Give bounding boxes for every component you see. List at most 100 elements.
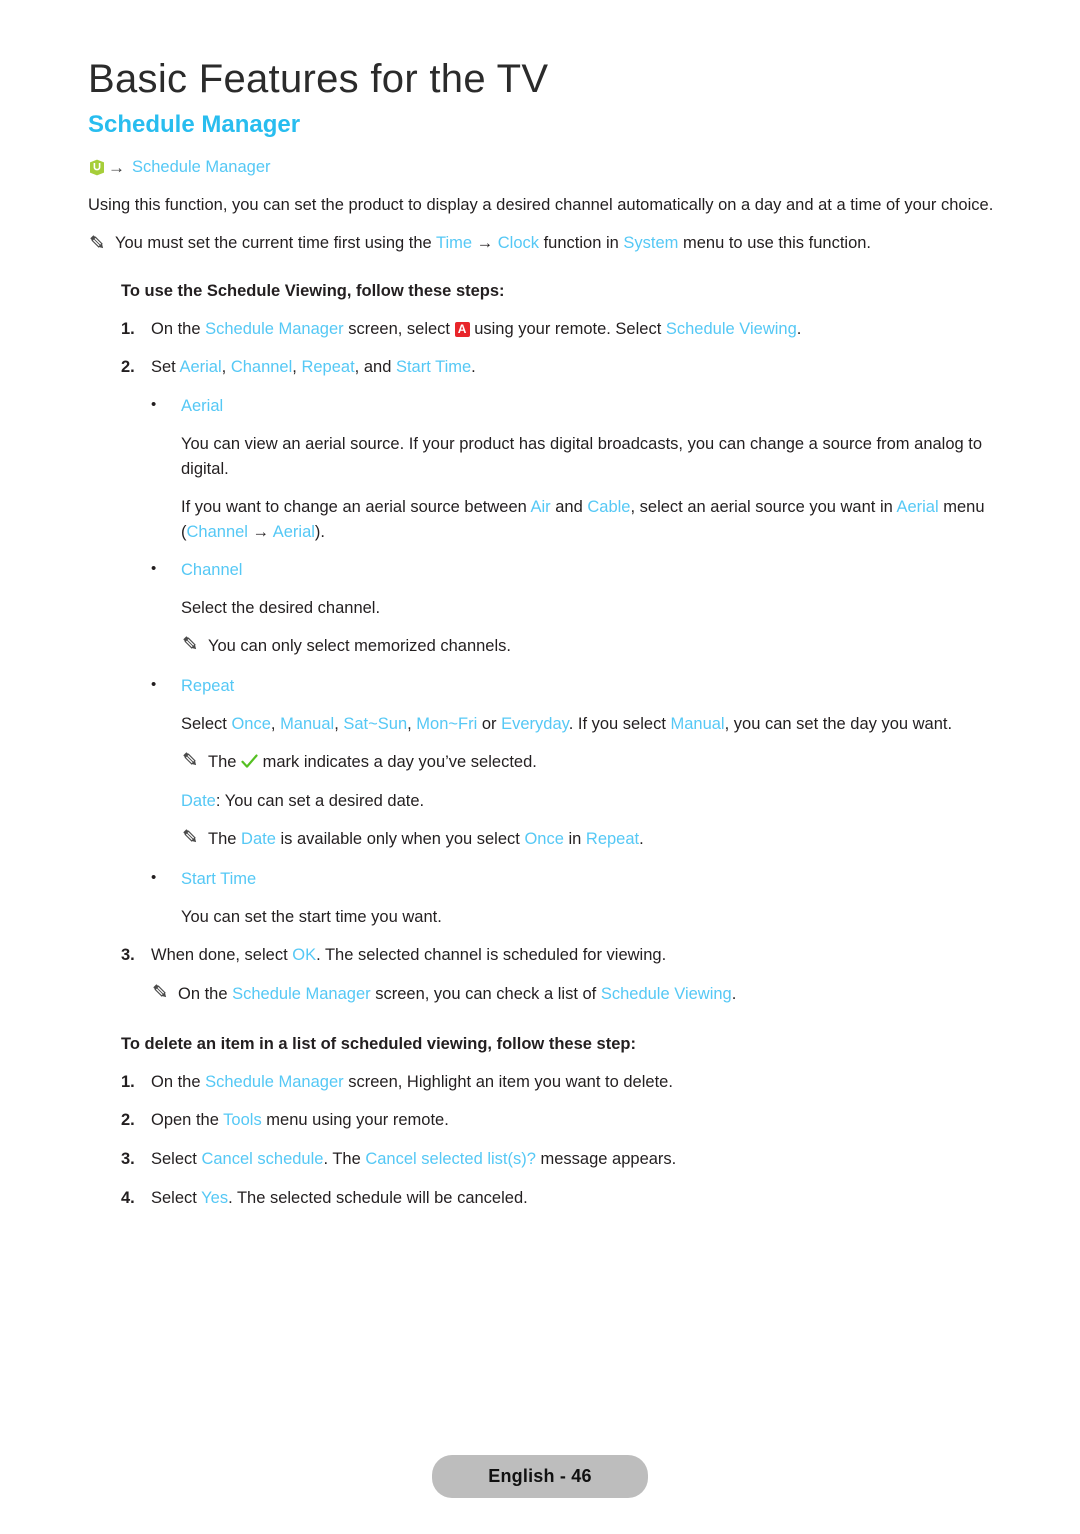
inline-text: On the [151,319,206,338]
breadcrumb-arrow: → [108,157,125,177]
inline-text: Select [181,714,232,733]
inline-text: is available only when you select [275,830,525,849]
inline-text: On the [178,984,233,1003]
inline-text: menu using your remote. [261,1111,449,1130]
pencil-icon [151,982,170,1009]
remote-button-a-badge: A [454,321,470,337]
check-icon [241,754,258,769]
sv-step-1-text: On the Schedule Manager screen, select A… [151,317,995,342]
inline-link: Cancel schedule [201,1150,324,1168]
inline-link: System [623,233,679,252]
inline-link: Schedule Viewing [600,984,732,1003]
inline-text: and [550,498,588,517]
inline-text: Select [151,1188,202,1207]
bullet-start-time: • Start Time [88,867,995,892]
footer-page-label: English - 46 [432,1455,648,1498]
inline-text: . The [323,1150,366,1168]
bullet-dot: • [151,675,157,693]
sv-step-1: 1. On the Schedule Manager screen, selec… [88,317,995,342]
inline-link: Mon~Fri [416,714,478,733]
del-step-4: 4. Select Yes. The selected schedule wil… [88,1186,995,1211]
inline-text: in [563,830,586,849]
inline-text: , and [354,358,396,377]
inline-link: Schedule Manager [205,319,344,338]
inline-text: If you want to change an aerial source b… [181,498,531,517]
channel-paragraph-1: Select the desired channel. [181,598,381,617]
bullet-dot: • [151,869,157,887]
schedule-viewing-heading: To use the Schedule Viewing, follow thes… [121,281,505,300]
repeat-note-2: The Date is available only when you sele… [88,827,995,854]
inline-text: screen, Highlight an item you want to de… [343,1072,673,1091]
bullet-start-time-label: Start Time [181,870,257,889]
menu-cube-icon [89,159,105,176]
inline-text: → [247,523,273,542]
inline-text: message appears. [535,1150,677,1168]
sv-step-2: 2. Set Aerial, Channel, Repeat, and Star… [88,355,995,380]
inline-text: The [208,752,242,771]
bullet-channel: • Channel [88,558,995,583]
inline-text: Set [151,358,180,377]
bullet-repeat: • Repeat [88,674,995,699]
inline-text: function in [539,233,624,252]
inline-text: → [472,233,498,252]
inline-link: Start Time [395,358,472,377]
del-step-4-text: Select Yes. The selected schedule will b… [151,1186,995,1211]
inline-text: . The selected schedule will be canceled… [228,1188,528,1207]
inline-text: . [796,319,802,338]
inline-text: . [471,358,476,377]
inline-text: , [270,714,281,733]
sv-step-3-number: 3. [121,946,135,964]
inline-link: Date [241,830,276,849]
inline-link: Aerial [896,498,939,517]
inline-text: You can only select memorized channels. [208,637,511,656]
sv-step-2-number: 2. [121,358,135,377]
aerial-paragraph-1: You can view an aerial source. If your p… [181,434,983,478]
pencil-icon [181,634,200,661]
del-step-4-number: 4. [121,1188,135,1207]
inline-link: Once [524,830,564,849]
inline-link: Channel [230,358,293,377]
inline-text: , [221,358,231,377]
inline-link: Sat~Sun [343,714,408,733]
inline-text: mark indicates a day you’ve selected. [258,752,537,771]
repeat-note-2-text: The Date is available only when you sele… [208,827,644,852]
inline-link: Aerial [272,523,315,542]
intro-paragraph: Using this function, you can set the pro… [88,195,994,214]
bullet-channel-label: Channel [181,561,243,580]
sv-step-2-text: Set Aerial, Channel, Repeat, and Start T… [151,355,995,380]
start-time-paragraph-1: You can set the start time you want. [181,907,442,926]
repeat-paragraph-1: Select Once, Manual, Sat~Sun, Mon~Fri or… [88,712,995,737]
inline-link: Once [231,714,271,733]
sv-step-3-note-text: On the Schedule Manager screen, you can … [178,982,736,1007]
bullet-dot: • [151,560,157,578]
channel-note-text: You can only select memorized channels. [208,634,511,659]
delete-item-heading: To delete an item in a list of scheduled… [121,1034,636,1053]
inline-link: Repeat [585,830,640,849]
inline-link: Everyday [501,714,569,733]
intro-note: You must set the current time first usin… [88,231,995,256]
bullet-dot: • [151,396,157,414]
inline-text: , [407,714,417,733]
inline-text: , select an aerial source you want in [630,498,897,517]
del-step-1-number: 1. [121,1072,135,1091]
inline-link: Date [181,792,216,811]
inline-link: Aerial [179,358,222,377]
inline-text: The [208,830,242,849]
inline-link: Repeat [301,358,355,377]
inline-link: Manual [280,714,335,733]
del-step-3-text: Select Cancel schedule. The Cancel selec… [151,1147,995,1172]
inline-link: Cable [587,498,631,517]
repeat-note-1-text: The mark indicates a day you’ve selected… [208,750,537,775]
inline-text: or [477,714,502,733]
inline-text: , you can set the day you want. [724,714,953,733]
inline-text: using your remote. Select [469,319,666,338]
bullet-repeat-label: Repeat [181,676,235,695]
inline-text: On the [151,1072,206,1091]
inline-text: You must set the current time first usin… [115,233,436,252]
inline-text: ). [314,523,326,542]
inline-text: Open the [151,1111,224,1130]
del-step-3-number: 3. [121,1150,135,1168]
repeat-note-1: The mark indicates a day you’ve selected… [88,750,995,777]
inline-link: Schedule Manager [205,1072,344,1091]
inline-text: screen, select [343,319,455,338]
